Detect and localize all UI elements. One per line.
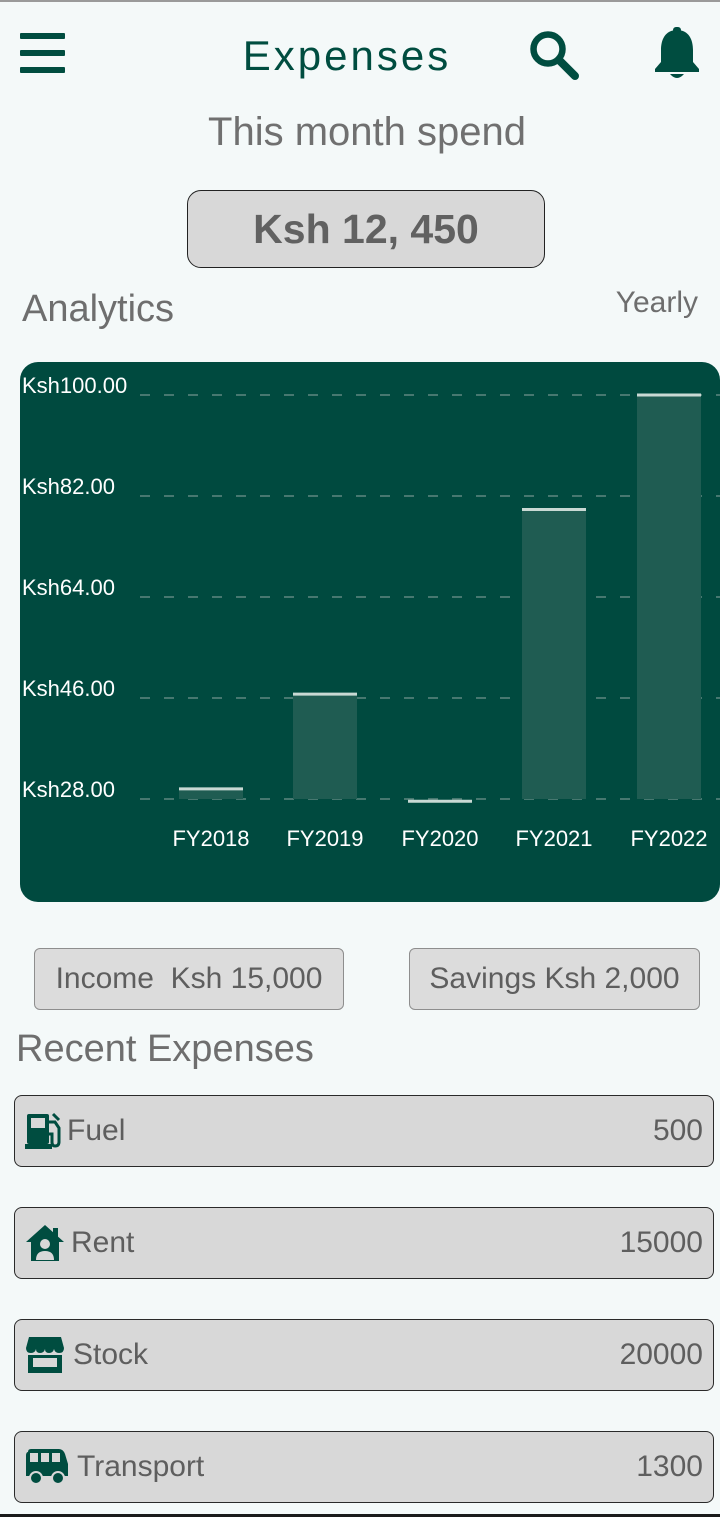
x-tick-label: FY2018 [172,826,249,851]
search-icon[interactable] [527,28,581,82]
gas-station-icon [25,1112,65,1150]
expense-amount: 500 [652,1114,703,1147]
expense-label: Stock [73,1338,149,1371]
y-tick-label: Ksh82.00 [22,474,115,499]
analytics-heading: Analytics [22,288,175,330]
bar-FY2022[interactable] [637,395,701,799]
recent-expenses-heading: Recent Expenses [16,1028,314,1070]
income-button[interactable]: Income Ksh 15,000 [34,948,344,1010]
bar-FY2018[interactable] [179,788,243,799]
y-tick-label: Ksh100.00 [22,373,127,398]
y-tick-label: Ksh64.00 [22,575,115,600]
store-icon [25,1336,65,1374]
expense-row-fuel[interactable]: Fuel 500 [14,1095,714,1167]
savings-button[interactable]: Savings Ksh 2,000 [409,948,700,1010]
x-tick-label: FY2020 [401,826,478,851]
period-selector[interactable]: Yearly [616,286,698,320]
app-bar: Expenses [0,0,720,110]
expense-label: Fuel [67,1114,126,1147]
month-spend-amount: Ksh 12, 450 [187,190,545,268]
expense-amount: 1300 [636,1450,703,1483]
expense-row-transport[interactable]: Transport 1300 [14,1431,714,1503]
expense-label: Rent [71,1226,135,1259]
x-tick-label: FY2019 [286,826,363,851]
home-person-icon [25,1224,65,1262]
bus-icon [25,1448,69,1486]
month-spend-label: This month spend [208,110,526,154]
expense-amount: 15000 [619,1226,703,1259]
expense-label: Transport [77,1450,205,1483]
bar-FY2019[interactable] [293,694,357,799]
y-tick-label: Ksh46.00 [22,676,115,701]
analytics-chart: Ksh28.00 Ksh46.00 Ksh64.00 Ksh82.00 Ksh100.0… [20,362,720,902]
expense-row-rent[interactable]: Rent 15000 [14,1207,714,1279]
bar-chart: Ksh28.00 Ksh46.00 Ksh64.00 Ksh82.00 Ksh100.0… [22,373,720,851]
bar-FY2021[interactable] [522,509,586,799]
expense-row-stock[interactable]: Stock 20000 [14,1319,714,1391]
x-tick-label: FY2022 [630,826,707,851]
expense-amount: 20000 [619,1338,703,1371]
page-title: Expenses [242,32,452,79]
notification-bell-icon[interactable] [652,26,702,80]
x-tick-label: FY2021 [515,826,592,851]
y-tick-label: Ksh28.00 [22,777,115,802]
